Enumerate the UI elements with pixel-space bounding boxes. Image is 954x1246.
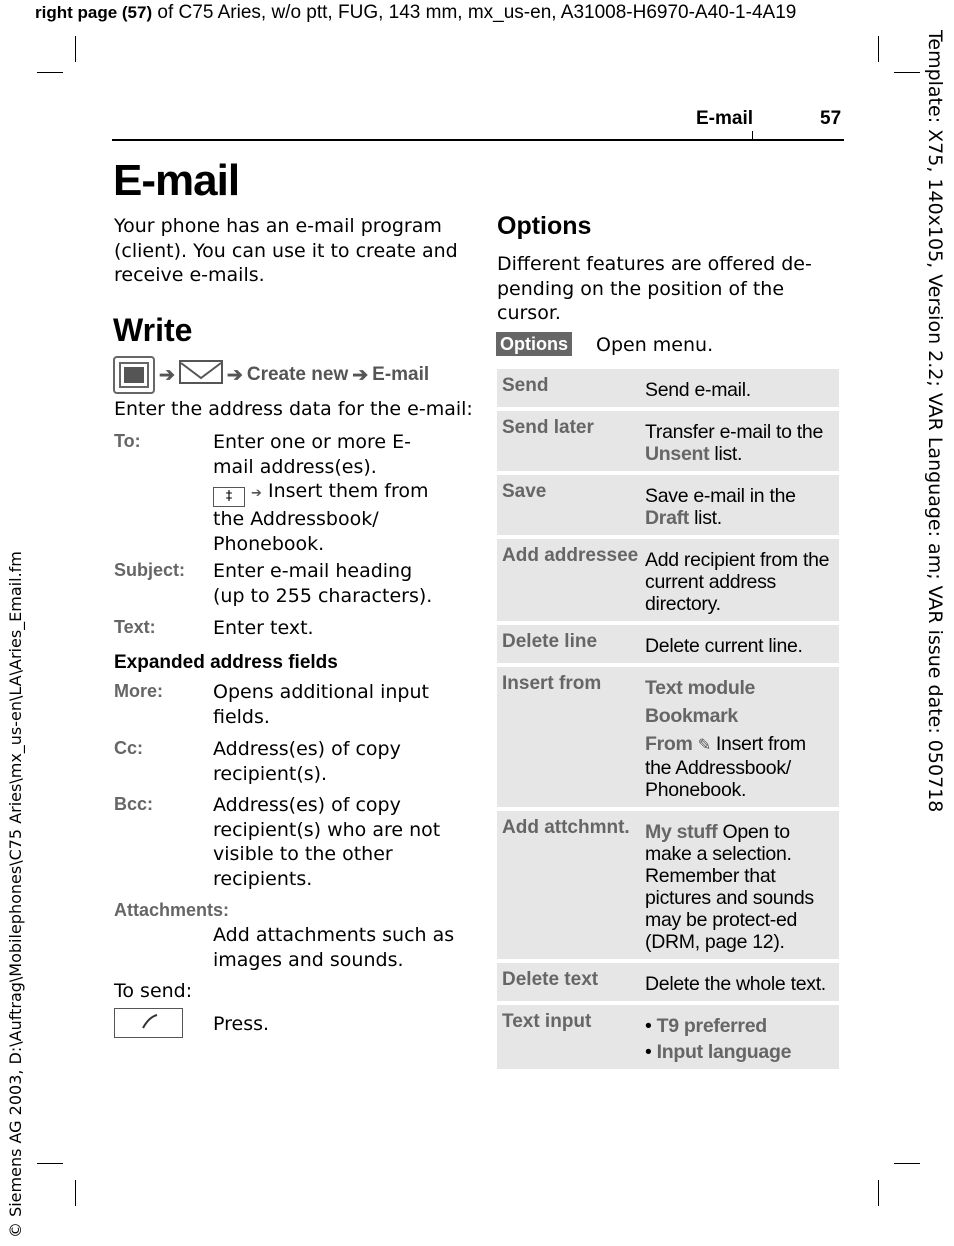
table-row: Delete text Delete the whole text. [497,963,839,1001]
crop-mark [37,1163,63,1164]
call-key-icon [114,1008,183,1038]
table-row: Send Send e-mail. [497,369,839,407]
field-description: Enter one or more E-mail address(es). ‡ ➔… [213,431,429,555]
table-row: Delete line Delete current line. [497,625,839,663]
field-description: Enter text. [213,617,314,639]
field-description: Enter e-mail heading (up to 255 characte… [213,560,433,607]
crop-mark [37,72,63,73]
arrow-icon: ➔ [226,364,243,386]
running-header: E-mail [696,108,754,129]
field-description: Opens additional input fields. [213,681,429,728]
write-heading: Write [113,312,193,348]
notebook-icon: ✎ [697,737,711,754]
crop-mark [894,1163,920,1164]
arrow-icon: ➔ [159,364,175,386]
field-description: Address(es) of copy recipient(s) who are… [213,794,441,890]
press-text: Press. [213,1013,270,1035]
field-label: More: [114,681,163,701]
table-row: Save Save e-mail in the Draft list. [497,475,839,535]
field-label: Subject: [114,560,186,580]
menu-path: ➔ ➔ Create new ➔ E-mail [113,356,429,394]
softkey-description: Open menu. [596,334,714,356]
table-row: Send later Transfer e-mail to the Unsent … [497,411,839,471]
to-send-label: To send: [114,980,193,1002]
intro-text: Your phone has an e-mail program (client… [114,215,458,286]
header-divider [752,131,753,140]
crop-mark [878,1180,879,1206]
envelope-icon [178,360,223,390]
file-path-info: © Siemens AG 2003, D:\Auftrag\Mobilephon… [6,551,25,1238]
path-create-new: Create new [246,364,349,385]
options-intro: Different features are offered de-pendin… [497,253,812,324]
crop-mark [894,72,920,73]
table-row: Insert from Text module Bookmark From ✎ Ins… [497,667,839,807]
field-description: Add attachments such as images and sound… [213,924,455,971]
page-title: E-mail [113,156,240,205]
template-info: Template: X75, 140x105, Version 2.2; VAR… [924,30,946,813]
field-label: Text: [114,617,156,637]
field-label: Cc: [114,738,144,758]
table-row: Text input • T9 preferred • Input language [497,1005,839,1069]
arrow-icon: ➔ [251,486,262,501]
crop-mark [75,36,76,62]
print-info-line: right page (57) of C75 Aries, w/o ptt, F… [35,2,797,23]
field-description: Address(es) of copy recipient(s). [213,738,401,785]
menu-key-icon [113,356,155,394]
key-icon: ‡ [213,487,245,507]
expanded-heading: Expanded address fields [114,652,338,673]
path-email: E-mail [372,364,430,385]
field-label: To: [114,431,141,451]
table-row: Add attchmnt. My stuff Open to make a sel… [497,811,839,959]
table-row: Add addressee Add recipient from the curr… [497,539,839,621]
address-intro: Enter the address data for the e-mail: [114,398,473,420]
arrow-icon: ➔ [352,364,369,386]
options-table: Send Send e-mail. Send later Transfer e-ma… [497,369,839,1073]
header-rule [112,139,844,141]
field-label: Bcc: [114,794,154,814]
crop-mark [878,36,879,62]
page-number: 57 [820,108,842,129]
options-heading: Options [497,212,592,240]
options-softkey: Options [496,332,572,356]
crop-mark [75,1180,76,1206]
field-label: Attachments: [114,900,230,920]
